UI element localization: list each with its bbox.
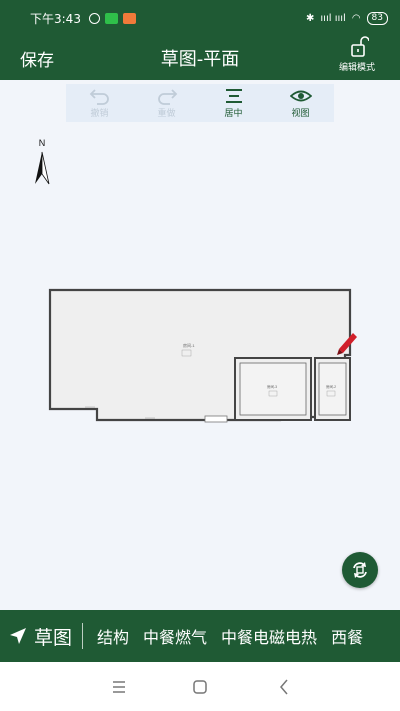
sketch-tab[interactable]: 草图	[34, 623, 72, 650]
edit-mode-label: 编辑模式	[338, 63, 375, 73]
redo-label: 重做	[157, 109, 176, 119]
category-divider	[82, 623, 84, 649]
north-arrow-icon: N	[35, 138, 50, 185]
status-bar: 下午3:43 ✱ ıııl ıııl ◠ 83	[0, 0, 400, 36]
drawing-canvas[interactable]: 撤销 重做 居中 视图 N 房间-1 房间-3 房间-2	[0, 80, 400, 610]
redo-icon	[157, 89, 177, 105]
navigation-arrow-icon[interactable]	[8, 626, 28, 646]
app-notification-icon	[122, 12, 136, 24]
swap-rotate-icon	[353, 562, 367, 578]
home-icon[interactable]	[190, 677, 210, 697]
category-structure[interactable]: 结构	[97, 624, 129, 648]
back-icon[interactable]	[275, 677, 295, 697]
save-button[interactable]: 保存	[20, 46, 54, 71]
wifi-icon: ◠	[351, 12, 361, 24]
canvas-toolbar: 撤销 重做 居中 视图	[66, 84, 334, 122]
undo-icon	[89, 89, 109, 105]
system-nav-bar	[0, 662, 400, 711]
view-label: 视图	[291, 109, 310, 119]
eye-icon	[289, 90, 312, 102]
north-label: N	[39, 138, 46, 148]
signal-icon: ıııl ıııl	[320, 12, 346, 24]
unlock-icon	[351, 36, 369, 57]
menu-icon[interactable]	[109, 677, 129, 697]
center-button[interactable]: 居中	[200, 84, 267, 122]
category-chinese-electric[interactable]: 中餐电磁电热	[221, 624, 317, 648]
view-button[interactable]: 视图	[267, 84, 334, 122]
category-bar: 草图 结构 中餐燃气 中餐电磁电热 西餐	[0, 610, 400, 662]
center-icon	[225, 89, 242, 103]
battery-indicator: 83	[366, 11, 388, 25]
room-2-label: 房间-2	[326, 384, 336, 389]
rotate-fab-button[interactable]	[342, 552, 378, 588]
edit-mode-button[interactable]: 编辑模式	[338, 36, 382, 80]
center-label: 居中	[224, 109, 243, 119]
status-time: 下午3:43	[30, 11, 81, 26]
bluetooth-icon: ✱	[306, 12, 315, 24]
room-3-label: 房间-3	[267, 384, 277, 389]
undo-button[interactable]: 撤销	[66, 84, 133, 122]
undo-label: 撤销	[90, 109, 109, 119]
wechat-icon	[104, 12, 118, 24]
floor-plan[interactable]: 房间-1 房间-3 房间-2	[45, 285, 365, 435]
category-western[interactable]: 西餐	[331, 624, 363, 648]
category-chinese-gas[interactable]: 中餐燃气	[143, 624, 207, 648]
sync-icon	[88, 12, 100, 24]
room-1-label: 房间-1	[183, 342, 195, 348]
redo-button[interactable]: 重做	[133, 84, 200, 122]
app-header: 保存 草图-平面 编辑模式	[0, 36, 400, 80]
